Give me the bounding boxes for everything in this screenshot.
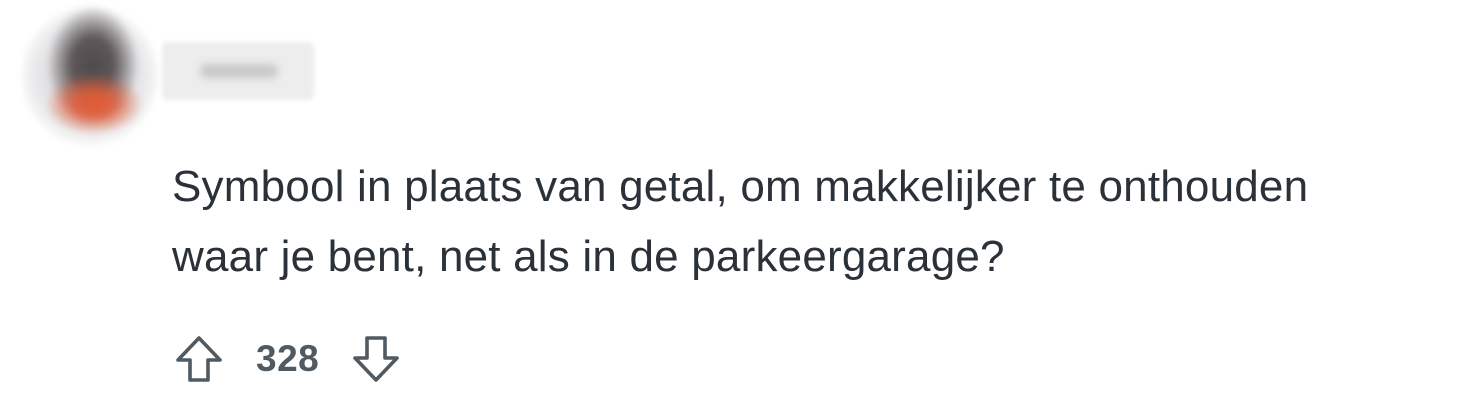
arrow-down-outline-icon [353,336,400,382]
username-blur [200,64,278,78]
comment-body-line-2: waar je bent, net als in de parkeergarag… [172,232,1005,281]
comment: Symbool in plaats van getal, om makkelij… [0,0,1478,400]
avatar[interactable] [22,6,158,146]
upvote-button[interactable] [172,332,226,386]
downvote-button[interactable] [349,332,403,386]
vote-score: 328 [256,338,320,379]
vote-bar: 328 [172,332,403,386]
comment-body-line-1: Symbool in plaats van getal, om makkelij… [172,162,1309,211]
arrow-up-outline-icon [176,336,222,382]
comment-body: Symbool in plaats van getal, om makkelij… [172,152,1472,292]
